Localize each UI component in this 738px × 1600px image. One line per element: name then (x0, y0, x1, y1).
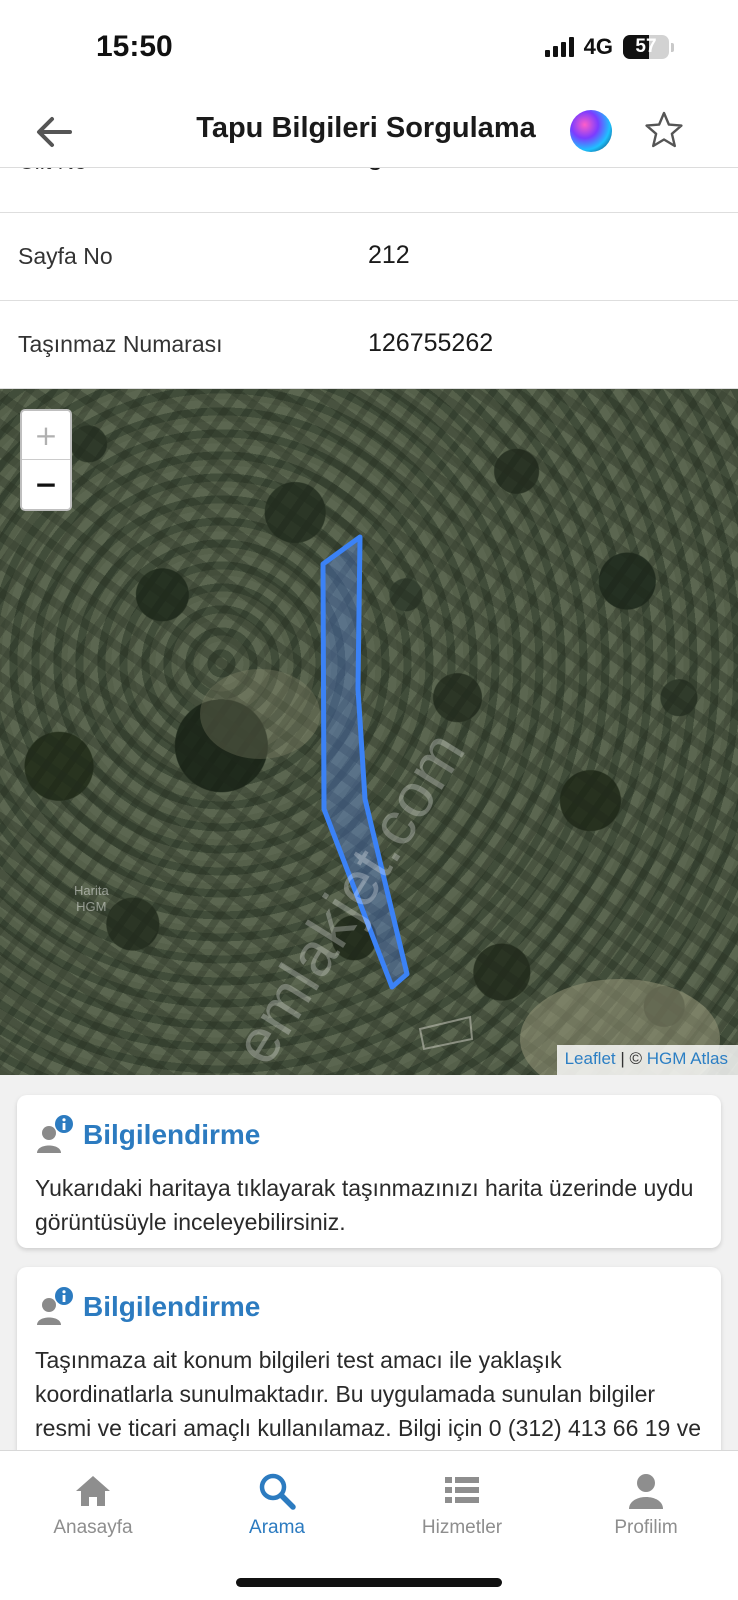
home-icon (76, 1476, 110, 1506)
hgm-tag-line: Harita (74, 883, 109, 898)
info-value: 212 (368, 241, 410, 269)
user-icon (629, 1474, 663, 1509)
map-structure (418, 1015, 474, 1051)
network-type: 4G (583, 34, 613, 59)
cellular-signal-icon (544, 37, 574, 57)
zoom-in-button[interactable]: + (22, 411, 70, 460)
app-header: Tapu Bilgileri Sorgulama (0, 98, 738, 168)
tab-hizmetler[interactable]: Hizmetler (392, 1471, 532, 1539)
user-info-icon (37, 1287, 73, 1325)
info-card: Bilgilendirme Yukarıdaki haritaya tıklay… (17, 1095, 721, 1248)
info-cards-area: Bilgilendirme Yukarıdaki haritaya tıklay… (0, 1075, 738, 1450)
map-attribution: Leaflet | © HGM Atlas (556, 1045, 738, 1075)
user-info-icon (37, 1115, 73, 1153)
hgm-tag-line: HGM (76, 899, 107, 914)
parcel-overlay[interactable] (0, 389, 738, 1075)
tab-label: Hizmetler (421, 1517, 503, 1538)
hgm-map-tag: Harita HGM (74, 883, 109, 915)
attribution-separator: | © (615, 1049, 647, 1068)
search-icon (259, 1473, 296, 1510)
info-value: 126755262 (368, 329, 494, 357)
card-text: Yukarıdaki haritaya tıklayarak taşınmazı… (35, 1175, 694, 1235)
status-time: 15:50 (96, 30, 173, 63)
tab-label: Anasayfa (53, 1517, 133, 1538)
home-indicator (236, 1578, 502, 1587)
info-card: Bilgilendirme Taşınmaza ait konum bilgil… (17, 1267, 721, 1450)
info-label: Taşınmaz Numarası (18, 331, 223, 357)
bottom-tab-bar: Anasayfa Arama Hizmetler Profilim (0, 1450, 738, 1600)
card-header: Bilgilendirme (35, 1115, 260, 1155)
satellite-map[interactable]: Harita HGM emlakjet.com + − Leaflet | © … (0, 389, 738, 1075)
battery-level: 57 (635, 36, 657, 57)
siri-icon[interactable] (570, 110, 612, 152)
card-text: Taşınmaza ait konum bilgileri test amacı… (35, 1347, 702, 1450)
tab-anasayfa[interactable]: Anasayfa (23, 1471, 163, 1539)
zoom-control: + − (20, 409, 72, 511)
status-bar: 15:50 4G 57 (0, 0, 738, 100)
page-title: Tapu Bilgileri Sorgulama (196, 112, 536, 144)
hgm-atlas-link[interactable]: HGM Atlas (647, 1049, 728, 1068)
battery-icon: 57 (623, 35, 669, 59)
tab-profilim[interactable]: Profilim (576, 1471, 716, 1539)
tab-label: Arama (249, 1517, 305, 1538)
info-label: Sayfa No (18, 243, 113, 269)
property-info-table: Cilt No 3 Sayfa No 212 Taşınmaz Numarası… (0, 130, 738, 389)
status-indicators: 4G 57 (544, 34, 674, 60)
list-icon (445, 1477, 479, 1503)
card-header: Bilgilendirme (35, 1287, 260, 1327)
info-row-sayfa: Sayfa No 212 (0, 213, 738, 301)
battery-tip (671, 42, 674, 52)
card-title: Bilgilendirme (83, 1119, 261, 1150)
info-row-tasinmaz: Taşınmaz Numarası 126755262 (0, 301, 738, 389)
tab-label: Profilim (614, 1517, 678, 1538)
card-title: Bilgilendirme (83, 1291, 261, 1322)
tab-arama[interactable]: Arama (207, 1471, 347, 1539)
zoom-out-button[interactable]: − (22, 460, 70, 509)
star-outline-icon[interactable] (642, 108, 686, 152)
leaflet-link[interactable]: Leaflet (565, 1049, 616, 1068)
